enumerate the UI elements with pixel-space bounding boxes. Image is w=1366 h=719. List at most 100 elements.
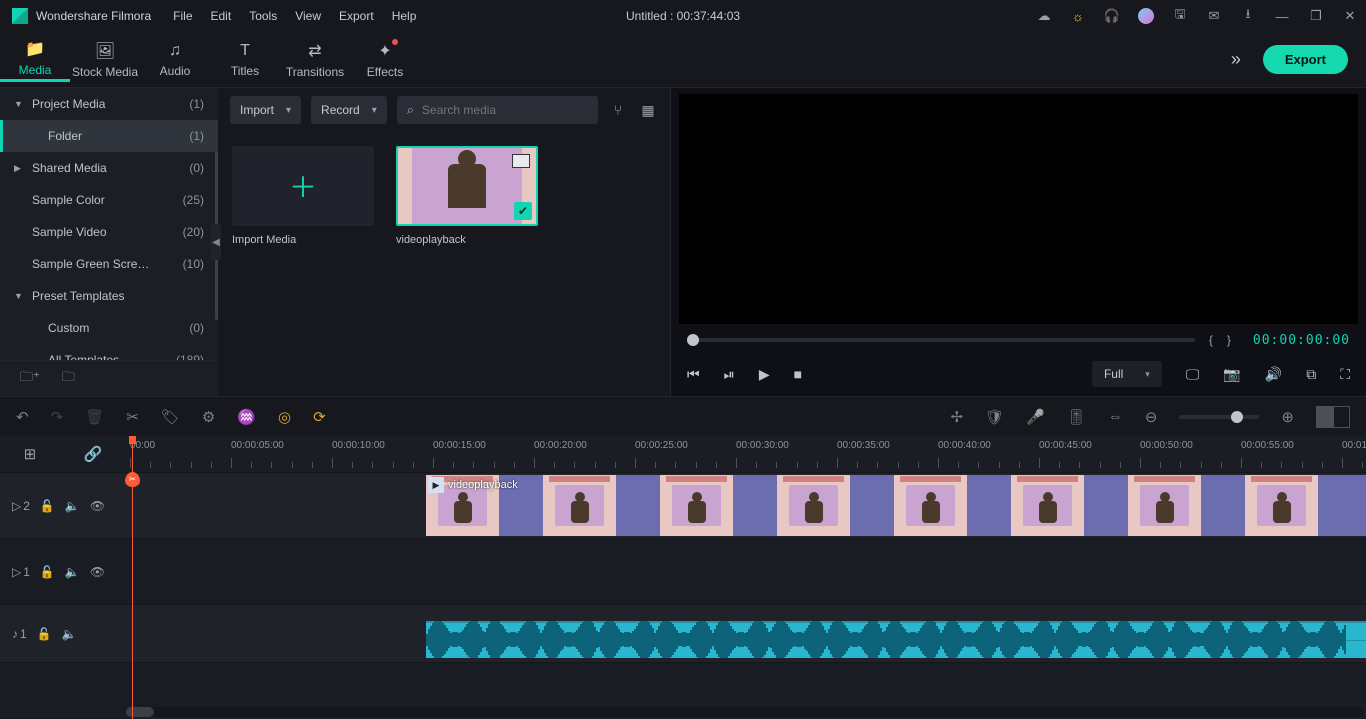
- filter-icon[interactable]: ⑂: [608, 102, 628, 118]
- adjust-icon[interactable]: ⚙: [202, 408, 215, 426]
- equalizer-icon[interactable]: ♒: [237, 408, 256, 426]
- play-pause-button[interactable]: ⏯: [724, 366, 735, 383]
- link-icon[interactable]: 🔗: [84, 445, 103, 463]
- panel-collapse-handle[interactable]: ◀: [211, 224, 221, 260]
- prev-frame-button[interactable]: ⏮: [687, 366, 700, 383]
- mark-in-icon[interactable]: {: [1209, 333, 1213, 347]
- playhead-knob[interactable]: ✂: [125, 472, 140, 487]
- menu-edit[interactable]: Edit: [211, 9, 232, 23]
- minimize-icon[interactable]: ―: [1274, 8, 1290, 24]
- scrub-track[interactable]: [687, 338, 1195, 342]
- add-track-icon[interactable]: ⊞: [24, 445, 37, 463]
- sidebar-item-all-templates[interactable]: All Templates(189): [0, 344, 218, 360]
- tag-icon[interactable]: 🏷: [161, 408, 180, 426]
- track-size-toggle[interactable]: [1316, 406, 1350, 428]
- timeline-scrollbar[interactable]: [126, 707, 1364, 717]
- auto-highlight-icon[interactable]: ◎: [278, 408, 291, 426]
- media-clip-card[interactable]: ✔ videoplayback: [396, 146, 538, 396]
- menu-view[interactable]: View: [295, 9, 321, 23]
- zoom-in-icon[interactable]: ⊕: [1281, 408, 1294, 426]
- marker-settings-icon[interactable]: ✢: [950, 408, 963, 426]
- mic-icon[interactable]: 🎤: [1026, 408, 1045, 426]
- zoom-handle[interactable]: [1231, 411, 1243, 423]
- sidebar-item-project-media[interactable]: ▼Project Media(1): [0, 88, 218, 120]
- zoom-out-icon[interactable]: ⊖: [1145, 408, 1158, 426]
- account-icon[interactable]: [1138, 8, 1154, 24]
- delete-button[interactable]: 🗑: [85, 408, 104, 426]
- quality-dropdown[interactable]: Full▾: [1092, 361, 1162, 387]
- redo-button[interactable]: ↷: [51, 408, 64, 426]
- export-button[interactable]: Export: [1263, 45, 1348, 74]
- folder-open-icon[interactable]: 🗀: [62, 368, 75, 390]
- new-folder-icon[interactable]: 🗀⁺: [20, 368, 40, 390]
- support-icon[interactable]: 🎧: [1104, 8, 1120, 24]
- visibility-icon[interactable]: 👁: [90, 565, 105, 579]
- snapshot-icon[interactable]: 📷: [1223, 366, 1240, 383]
- sidebar-item-custom[interactable]: Custom(0): [0, 312, 218, 344]
- preview-viewport[interactable]: [679, 94, 1358, 324]
- tab-titles[interactable]: TTitles: [210, 40, 280, 80]
- mute-icon[interactable]: 🔈: [65, 565, 80, 579]
- display-icon[interactable]: 🖵: [1186, 366, 1200, 383]
- maximize-icon[interactable]: ❐: [1308, 8, 1324, 24]
- stop-button[interactable]: ■: [794, 366, 802, 382]
- time-ruler[interactable]: 00:0000:00:05:0000:00:10:0000:00:15:0000…: [126, 436, 1366, 472]
- more-tabs-icon[interactable]: »: [1231, 49, 1241, 70]
- sidebar-item-sample-video[interactable]: Sample Video(20): [0, 216, 218, 248]
- tab-audio[interactable]: ♫Audio: [140, 40, 210, 80]
- lock-icon[interactable]: 🔓: [40, 565, 55, 579]
- clip-thumbnail: ✔: [396, 146, 538, 226]
- menu-tools[interactable]: Tools: [249, 9, 277, 23]
- mute-icon[interactable]: 🔈: [65, 499, 80, 513]
- menu-file[interactable]: File: [173, 9, 192, 23]
- audio-track-1[interactable]: ♪1 🔓 🔈 ♪videoplayback: [0, 604, 1366, 662]
- fit-icon[interactable]: ⇔: [1108, 408, 1123, 425]
- menu-export[interactable]: Export: [339, 9, 374, 23]
- tab-transitions[interactable]: ⇄Transitions: [280, 39, 350, 81]
- search-input[interactable]: [422, 103, 588, 117]
- tab-stock-media[interactable]: 🖼Stock Media: [70, 39, 140, 81]
- import-dropdown[interactable]: Import▾: [230, 96, 301, 124]
- sidebar-item-shared-media[interactable]: ▶Shared Media(0): [0, 152, 218, 184]
- cloud-icon[interactable]: ☁: [1036, 8, 1052, 24]
- save-icon[interactable]: 🖫: [1172, 8, 1188, 24]
- zoom-slider[interactable]: [1179, 415, 1259, 419]
- sidebar-item-sample-color[interactable]: Sample Color(25): [0, 184, 218, 216]
- scrub-head[interactable]: [687, 334, 699, 346]
- split-button[interactable]: ✂: [126, 408, 139, 426]
- search-box[interactable]: ⌕: [397, 96, 598, 124]
- empty-track[interactable]: [0, 662, 1366, 708]
- menu-help[interactable]: Help: [392, 9, 417, 23]
- playhead[interactable]: ✂: [132, 436, 133, 719]
- play-button[interactable]: ▶: [759, 366, 770, 383]
- speed-icon[interactable]: ⟳: [313, 408, 326, 426]
- shield-icon[interactable]: 🛡: [985, 408, 1004, 426]
- mail-icon[interactable]: ✉: [1206, 8, 1222, 24]
- lock-icon[interactable]: 🔓: [40, 499, 55, 513]
- sidebar-item-preset-templates[interactable]: ▼Preset Templates: [0, 280, 218, 312]
- grid-view-icon[interactable]: ▦: [638, 102, 658, 119]
- video-track-2[interactable]: ▷2 🔓 🔈 👁 ▶ videoplayback: [0, 472, 1366, 538]
- undo-button[interactable]: ↶: [16, 408, 29, 426]
- scrollbar-thumb[interactable]: [126, 707, 154, 717]
- volume-icon[interactable]: 🔊: [1265, 366, 1282, 383]
- mute-icon[interactable]: 🔈: [62, 627, 77, 641]
- lock-icon[interactable]: 🔓: [37, 627, 52, 641]
- layout-icon[interactable]: ⧉: [1306, 366, 1316, 383]
- import-media-card[interactable]: ＋ Import Media: [232, 146, 374, 396]
- tips-icon[interactable]: ☼: [1070, 8, 1086, 24]
- audio-clip[interactable]: ♪videoplayback: [426, 621, 1366, 658]
- mark-out-icon[interactable]: }: [1227, 333, 1231, 347]
- video-clip[interactable]: ▶ videoplayback: [426, 475, 1366, 536]
- fullscreen-icon[interactable]: ⛶: [1340, 366, 1350, 383]
- sidebar-item-sample-green[interactable]: Sample Green Scre…(10): [0, 248, 218, 280]
- video-track-1[interactable]: ▷1 🔓 🔈 👁: [0, 538, 1366, 604]
- visibility-icon[interactable]: 👁: [90, 499, 105, 513]
- download-icon[interactable]: ⭳: [1240, 8, 1256, 24]
- tab-effects[interactable]: ✦Effects: [350, 39, 420, 81]
- record-dropdown[interactable]: Record▾: [311, 96, 387, 124]
- tab-media[interactable]: 📁Media: [0, 37, 70, 82]
- sidebar-item-folder[interactable]: Folder(1): [0, 120, 218, 152]
- audio-mixer-icon[interactable]: 🎚: [1067, 408, 1086, 426]
- close-icon[interactable]: ✕: [1342, 8, 1358, 24]
